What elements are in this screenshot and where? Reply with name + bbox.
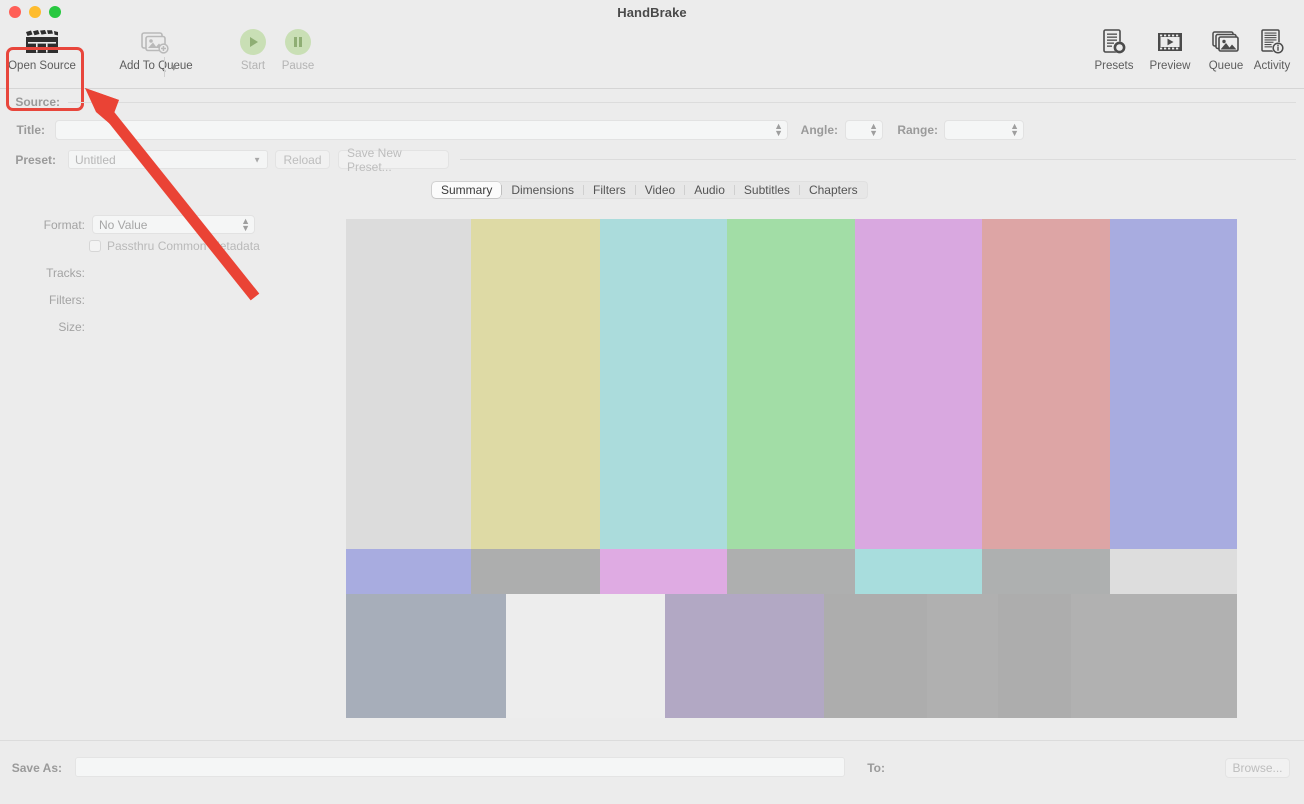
color-bar-segment (600, 549, 727, 594)
pause-icon (285, 27, 311, 57)
activity-log-icon (1259, 27, 1285, 57)
clapperboard-icon (25, 27, 59, 57)
queue-label: Queue (1208, 60, 1244, 72)
color-bar-segment (927, 594, 998, 718)
format-stepper-icon: ▲ ▼ (241, 215, 250, 233)
tracks-label: Tracks: (46, 266, 85, 280)
passthru-metadata-label: Passthru Common Metadata (107, 239, 260, 253)
reload-label: Reload (283, 152, 322, 167)
add-to-queue-button[interactable]: Add To Queue (119, 27, 193, 72)
browse-button[interactable]: Browse... (1225, 758, 1290, 778)
save-as-label: Save As: (11, 761, 62, 775)
tab-subtitles-label: Subtitles (743, 183, 790, 197)
color-bar-segment (824, 594, 927, 718)
tab-chapters-label: Chapters (808, 183, 858, 197)
color-bar-segment (346, 219, 471, 549)
passthru-metadata-checkbox[interactable] (89, 240, 101, 252)
range-label: Range: (897, 123, 938, 137)
color-bars-middle-band (346, 549, 1237, 594)
format-select[interactable]: No Value ▲ ▼ (92, 215, 255, 234)
color-bar-segment (998, 594, 1071, 718)
presets-label: Presets (1094, 60, 1134, 72)
activity-button[interactable]: Activity (1243, 27, 1301, 72)
add-to-queue-label: Add To Queue (119, 60, 193, 72)
color-bar-segment (727, 549, 855, 594)
browse-label: Browse... (1232, 761, 1283, 775)
tab-dimensions-label: Dimensions (511, 183, 575, 197)
angle-stepper-icon: ▲ ▼ (869, 121, 878, 138)
source-label: Source: (15, 95, 60, 109)
open-source-button[interactable]: Open Source (6, 27, 78, 72)
handbrake-window: HandBrake Open Source Add To Queue ▾ Sta… (0, 0, 1304, 804)
color-bar-segment (600, 219, 727, 549)
source-separator (68, 102, 1296, 103)
format-label: Format: (43, 218, 85, 232)
activity-label: Activity (1253, 60, 1291, 72)
tab-filters[interactable]: Filters (584, 182, 635, 198)
to-label: To: (867, 761, 885, 775)
stacked-photos-icon (1212, 27, 1240, 57)
angle-label: Angle: (800, 123, 838, 137)
color-bar-segment (1110, 549, 1237, 594)
size-label: Size: (58, 320, 85, 334)
tab-audio-label: Audio (694, 183, 725, 197)
open-source-label: Open Source (8, 60, 76, 72)
format-value: No Value (99, 217, 148, 232)
color-bar-segment (471, 549, 600, 594)
pause-label: Pause (281, 60, 315, 72)
title-stepper-icon: ▲ ▼ (774, 121, 783, 138)
tab-video-label: Video (644, 183, 676, 197)
chevron-down-icon[interactable]: ▾ (171, 61, 177, 74)
save-as-input[interactable] (75, 757, 845, 777)
preset-label: Preset: (15, 153, 56, 167)
color-bar-segment (346, 549, 471, 594)
color-bar-segment (982, 219, 1110, 549)
color-bar-segment (471, 219, 600, 549)
preset-value: Untitled (75, 152, 116, 167)
presets-gear-icon (1101, 27, 1127, 57)
color-bar-segment (1110, 219, 1237, 549)
pause-button[interactable]: Pause (262, 27, 334, 72)
window-title: HandBrake (617, 5, 687, 20)
color-bar-segment (665, 594, 824, 718)
tab-dimensions[interactable]: Dimensions (502, 182, 583, 198)
title-bar: HandBrake (0, 0, 1304, 25)
range-select[interactable]: ▲ ▼ (944, 120, 1024, 140)
color-bar-segment (855, 549, 982, 594)
range-stepper-icon: ▲ ▼ (1010, 121, 1019, 138)
tab-summary[interactable]: Summary (432, 182, 502, 198)
main-toolbar: Open Source Add To Queue ▾ Start Pause P… (0, 25, 1304, 111)
add-image-icon (141, 27, 171, 57)
color-bars-bottom-band (346, 594, 1237, 718)
title-label: Title: (16, 123, 45, 137)
title-select[interactable]: ▲ ▼ (55, 120, 788, 140)
color-bar-segment (982, 549, 1110, 594)
preset-separator (460, 159, 1296, 160)
tab-subtitles[interactable]: Subtitles (735, 182, 799, 198)
preview-image (346, 219, 1237, 718)
chevron-down-icon: ▼ (253, 155, 261, 164)
reload-button[interactable]: Reload (275, 150, 330, 169)
settings-tab-bar: Summary Dimensions Filters Video Audio S… (431, 181, 868, 199)
preview-label: Preview (1149, 60, 1191, 72)
tab-audio[interactable]: Audio (685, 182, 734, 198)
color-bar-segment (727, 219, 855, 549)
film-play-icon (1157, 27, 1183, 57)
save-new-preset-button[interactable]: Save New Preset... (338, 146, 449, 174)
color-bar-segment (1071, 594, 1237, 718)
tab-video[interactable]: Video (636, 182, 684, 198)
save-new-preset-label: Save New Preset... (347, 145, 402, 174)
preset-select[interactable]: Untitled ▼ (68, 150, 268, 169)
tab-filters-label: Filters (593, 183, 626, 197)
toolbar-divider (164, 57, 165, 77)
filters-label: Filters: (49, 293, 85, 307)
color-bars-top-band (346, 219, 1237, 549)
color-bar-segment (506, 594, 665, 718)
color-bar-segment (346, 594, 506, 718)
tab-summary-label: Summary (441, 183, 493, 197)
color-bar-segment (855, 219, 982, 549)
tab-chapters[interactable]: Chapters (800, 182, 867, 198)
angle-select[interactable]: ▲ ▼ (845, 120, 883, 140)
